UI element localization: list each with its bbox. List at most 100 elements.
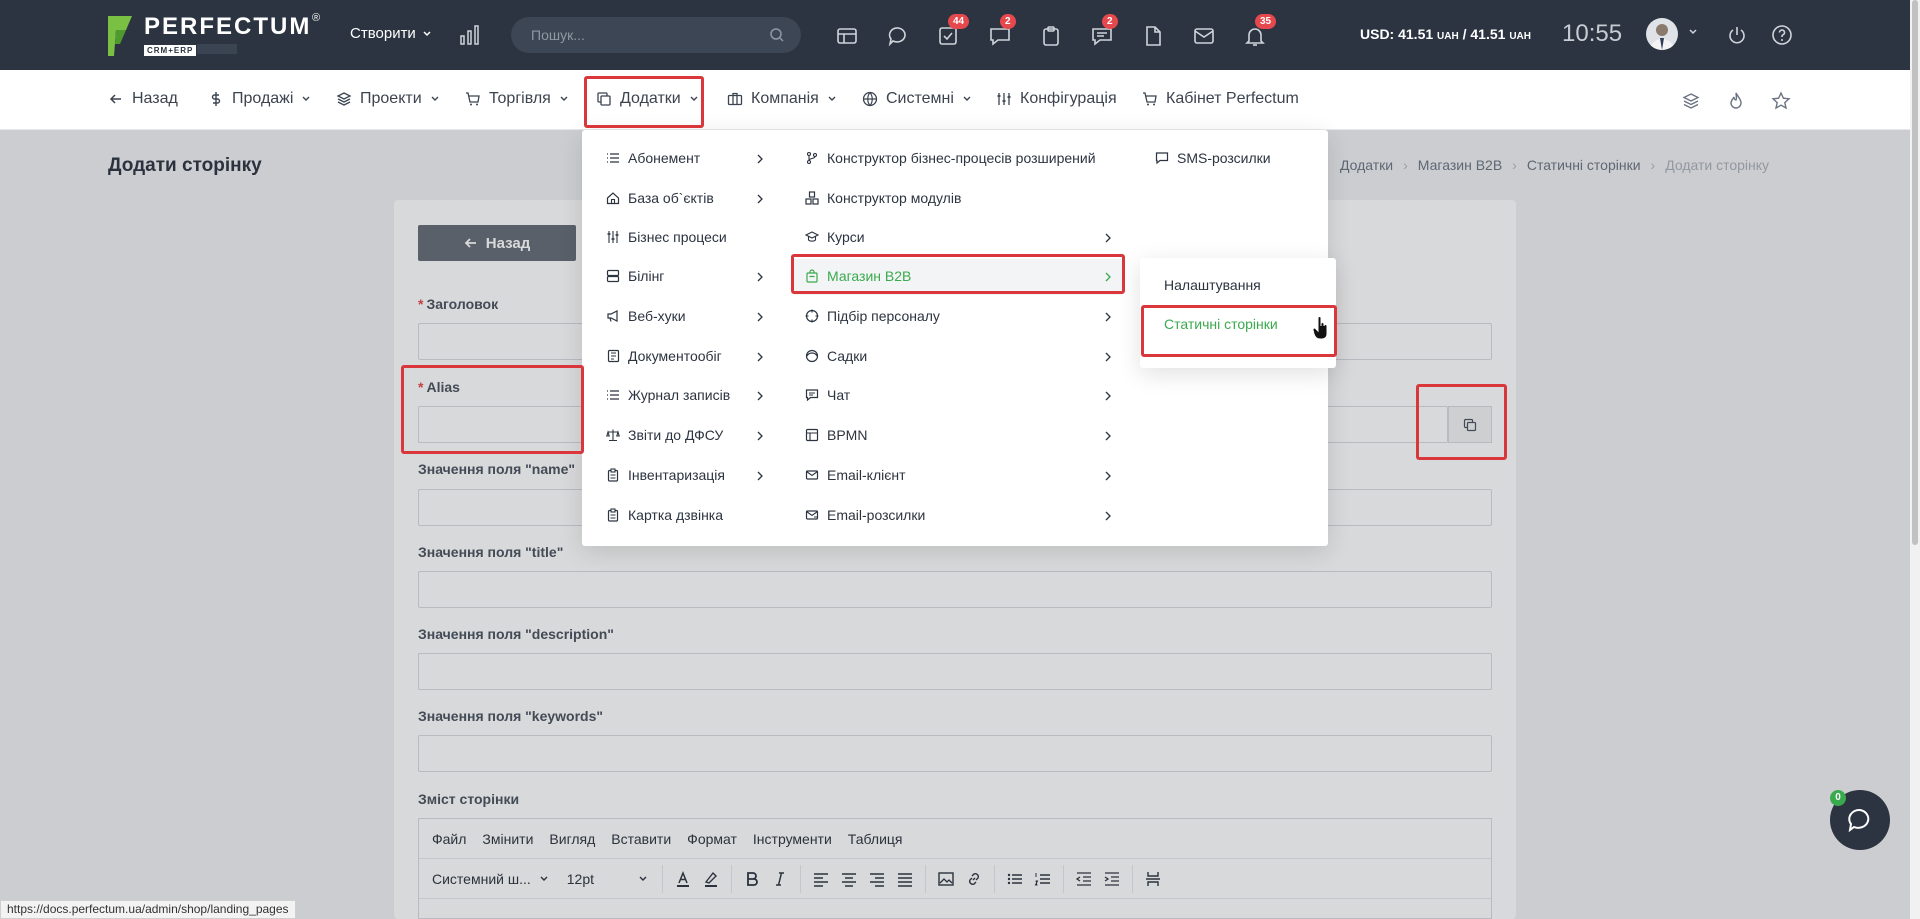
back-button-label: Назад (485, 234, 531, 252)
tasks-icon[interactable]: 44 (936, 14, 970, 48)
menu-item-bpmn[interactable]: BPMN (805, 427, 867, 443)
mail-icon[interactable] (1192, 24, 1216, 48)
menu-item-dfsu-reports[interactable]: Звіти до ДФСУ (606, 427, 723, 443)
menu-item-sms-campaigns[interactable]: SMS-розсилки (1155, 150, 1271, 166)
chevron-down-icon[interactable] (1687, 26, 1699, 38)
bar-chart-icon[interactable] (459, 24, 481, 46)
chevron-right-icon (757, 391, 763, 401)
menu-item-email-client[interactable]: Email-клієнт (805, 467, 906, 483)
italic-icon[interactable] (766, 865, 794, 893)
layers-icon[interactable] (1681, 91, 1701, 111)
fire-icon[interactable] (1726, 91, 1746, 111)
bullet-list-icon[interactable] (1001, 865, 1029, 893)
editor-menu-format[interactable]: Формат (687, 831, 737, 847)
nav-addons[interactable]: Додатки (596, 90, 699, 108)
outdent-icon[interactable] (1070, 865, 1098, 893)
menu-item-docflow[interactable]: Документообіг (606, 348, 722, 364)
star-icon[interactable] (1771, 91, 1791, 111)
menu-item-bpm[interactable]: Бізнес процеси (606, 229, 727, 245)
help-icon[interactable] (1771, 24, 1793, 46)
scrollbar-thumb[interactable] (1912, 0, 1918, 545)
back-button[interactable]: Назад (418, 225, 576, 261)
editor-menu-view[interactable]: Вигляд (549, 831, 595, 847)
indent-icon[interactable] (1098, 865, 1126, 893)
menu-item-webhooks[interactable]: Веб-хуки (606, 308, 686, 324)
highlight-color-icon[interactable] (697, 865, 725, 893)
menu-item-billing[interactable]: Білінг (606, 268, 664, 284)
menu-item-module-constructor[interactable]: Конструктор модулів (805, 190, 961, 206)
submenu-item-static-pages[interactable]: Статичні сторінки (1164, 316, 1278, 332)
search-input[interactable] (511, 17, 741, 53)
align-left-icon[interactable] (807, 865, 835, 893)
bold-icon[interactable] (738, 865, 766, 893)
comments-icon[interactable]: 2 (1090, 14, 1118, 48)
menu-item-email-campaigns[interactable]: Email-розсилки (805, 507, 925, 523)
messages-icon[interactable]: 2 (988, 14, 1016, 48)
align-right-icon[interactable] (863, 865, 891, 893)
editor-menu-table[interactable]: Таблиця (848, 831, 903, 847)
clipboard-icon (607, 508, 619, 522)
menu-item-chat[interactable]: Чат (805, 387, 850, 403)
logo-sub: CRM+ERP (144, 45, 197, 56)
search-icon[interactable] (769, 27, 785, 43)
font-family-select[interactable]: Системний ш... (432, 871, 549, 887)
editor-menu-insert[interactable]: Вставити (611, 831, 671, 847)
rich-text-editor[interactable]: Файл Змінити Вигляд Вставити Формат Інст… (418, 818, 1492, 919)
text-color-icon[interactable] (669, 865, 697, 893)
search-box[interactable] (511, 17, 801, 53)
page-break-icon[interactable] (1139, 865, 1167, 893)
nav-config[interactable]: Конфігурація (996, 90, 1117, 108)
breadcrumb-item[interactable]: Магазин B2B (1418, 157, 1502, 173)
nav-sales-label: Продажі (232, 90, 294, 107)
image-icon[interactable] (932, 865, 960, 893)
kanban-icon[interactable] (835, 24, 859, 48)
bell-icon[interactable]: 35 (1243, 14, 1277, 48)
menu-item-b2b-shop[interactable]: Магазин B2B (805, 268, 911, 284)
editor-menu-edit[interactable]: Змінити (482, 831, 533, 847)
submenu-item-settings[interactable]: Налаштування (1164, 277, 1261, 293)
copy-alias-button[interactable] (1448, 406, 1492, 443)
graduation-cap-icon (805, 231, 819, 242)
nav-back[interactable]: Назад (108, 90, 178, 108)
nav-trade[interactable]: Торгівля (465, 90, 569, 108)
menu-item-subscription[interactable]: Абонемент (606, 150, 700, 166)
description-field-input[interactable] (418, 653, 1492, 690)
document-icon[interactable] (1141, 24, 1165, 48)
alias-label: * Alias (418, 379, 460, 395)
title-field-input[interactable] (418, 571, 1492, 608)
link-icon[interactable] (960, 865, 988, 893)
menu-item-courses[interactable]: Курси (805, 229, 865, 245)
breadcrumb-item[interactable]: Статичні сторінки (1527, 157, 1641, 173)
mail-send-icon (805, 510, 819, 520)
create-dropdown[interactable]: Створити (350, 25, 432, 42)
menu-item-recruiting[interactable]: Підбір персоналу (805, 308, 940, 324)
align-justify-icon[interactable] (891, 865, 919, 893)
editor-menu-file[interactable]: Файл (432, 831, 466, 847)
chat-bubble-icon[interactable] (886, 24, 910, 48)
power-icon[interactable] (1726, 24, 1748, 46)
menu-item-call-card[interactable]: Картка дзвінка (606, 507, 723, 523)
menu-item-log[interactable]: Журнал записів (606, 387, 730, 403)
menu-item-bp-constructor-ext[interactable]: Конструктор бізнес-процесів розширений (805, 150, 1096, 166)
chevron-right-icon (1105, 511, 1111, 521)
nav-cabinet[interactable]: Кабінет Perfectum (1142, 90, 1299, 108)
logo[interactable]: PERFECTUM CRM+ERP ® (106, 12, 320, 58)
nav-system[interactable]: Системні (862, 90, 972, 108)
menu-item-kindergartens[interactable]: Садки (805, 348, 867, 364)
align-center-icon[interactable] (835, 865, 863, 893)
nav-projects[interactable]: Проекти (336, 90, 440, 108)
briefcase-icon (727, 92, 743, 106)
nav-sales[interactable]: Продажі (208, 90, 311, 108)
menu-item-inventory[interactable]: Інвентаризація (606, 467, 725, 483)
keywords-field-input[interactable] (418, 735, 1492, 772)
chevron-right-icon (757, 471, 763, 481)
clipboard-icon[interactable] (1039, 24, 1063, 48)
numbered-list-icon[interactable] (1029, 865, 1057, 893)
editor-menu-tools[interactable]: Інструменти (753, 831, 832, 847)
menu-item-objects[interactable]: База об`єктів (606, 190, 714, 206)
editor-menubar: Файл Змінити Вигляд Вставити Формат Інст… (419, 819, 1491, 859)
breadcrumb-item[interactable]: Додатки (1340, 157, 1393, 173)
font-size-select[interactable]: 12pt (567, 871, 648, 887)
avatar[interactable] (1646, 18, 1678, 50)
nav-company[interactable]: Компанія (727, 90, 837, 108)
